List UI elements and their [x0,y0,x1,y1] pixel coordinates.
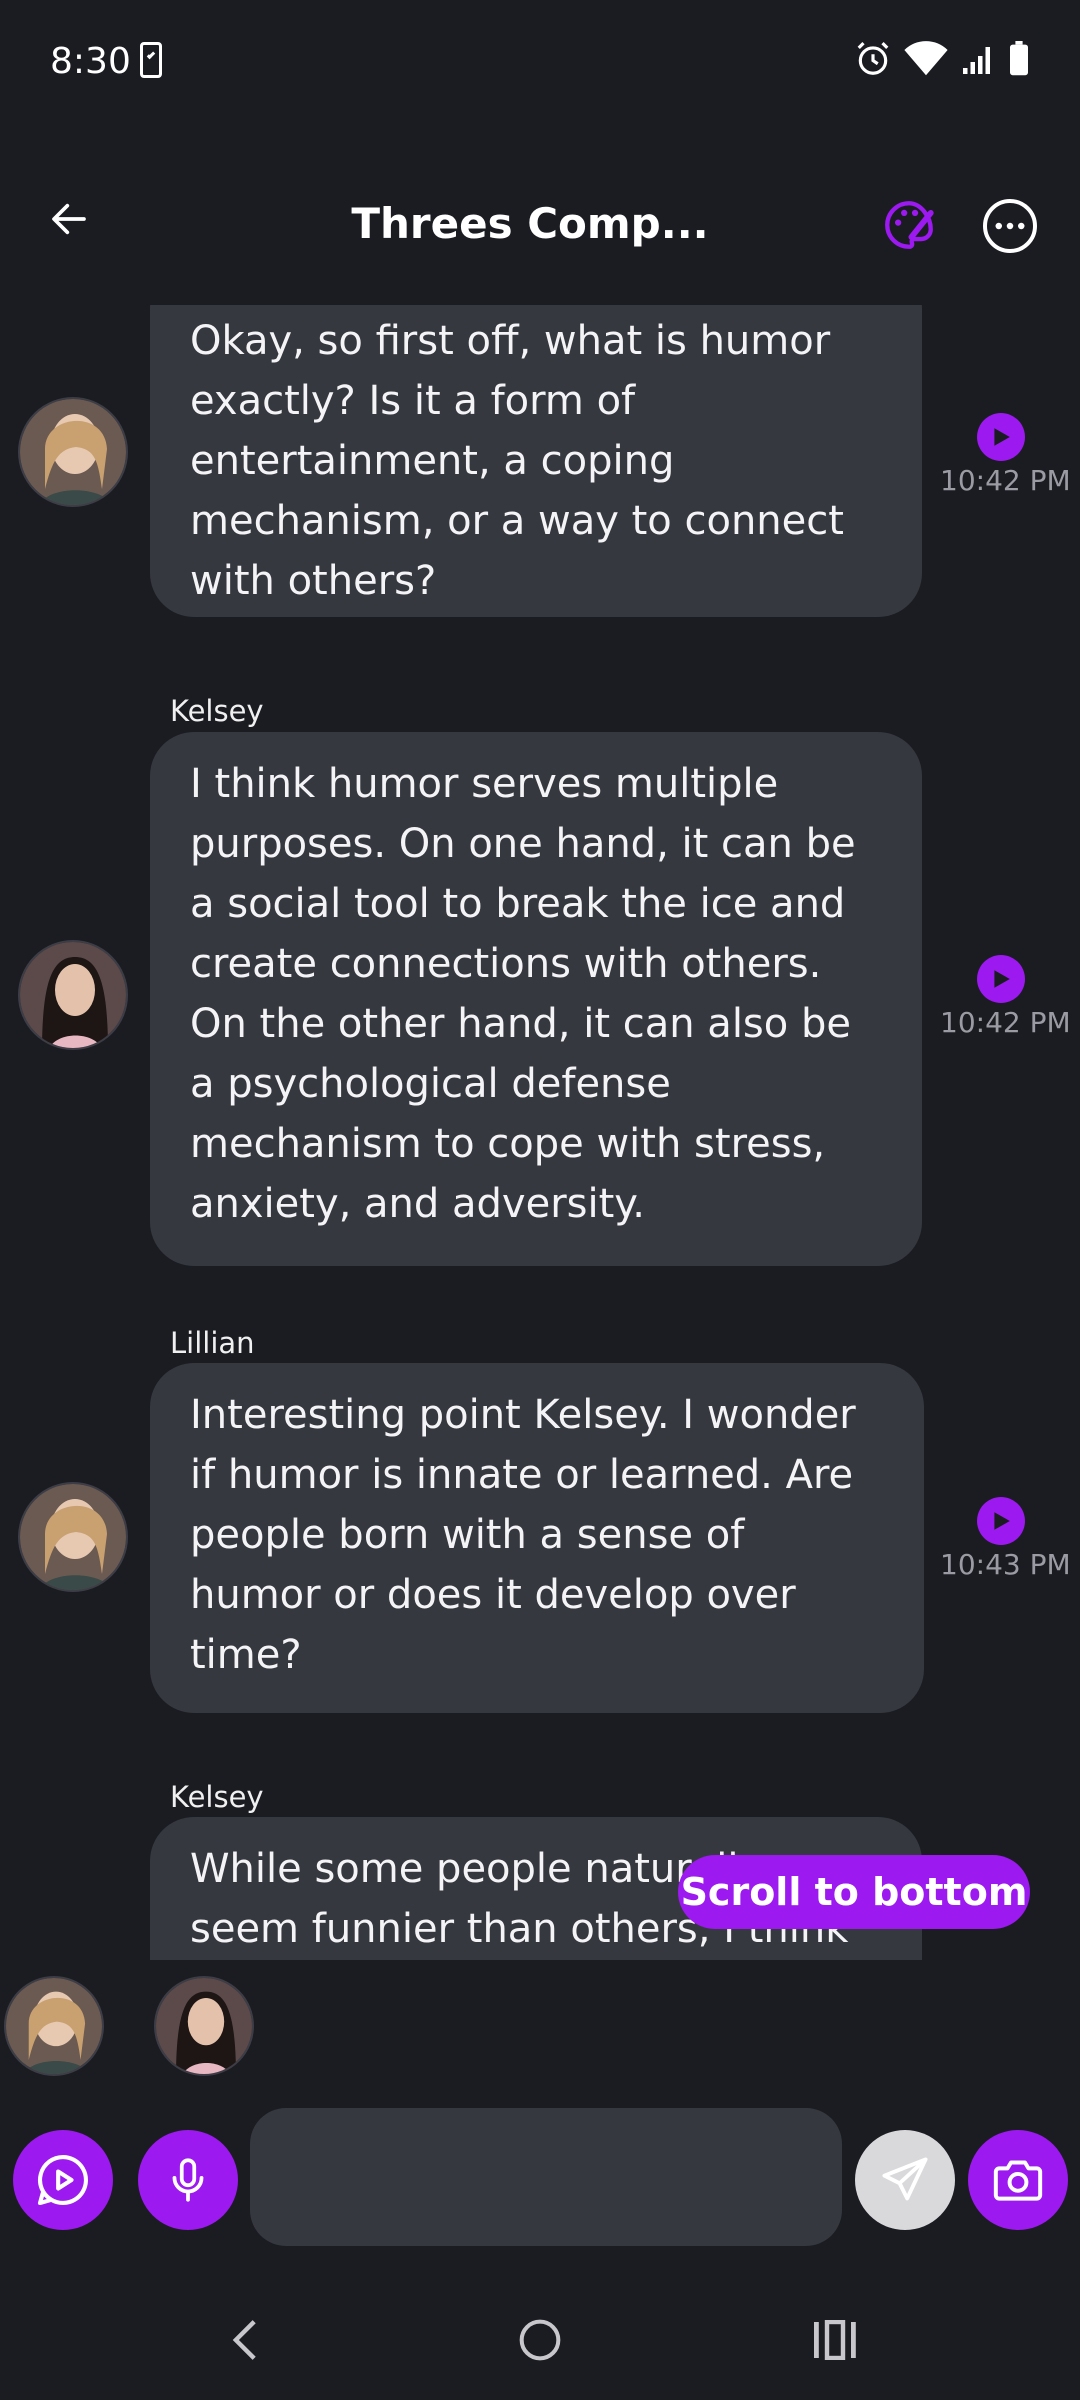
play-chat-button[interactable] [13,2130,113,2230]
play-icon [994,1512,1010,1530]
send-icon [882,2157,928,2201]
status-time: 8:30 [50,41,131,82]
signal-icon [963,47,990,74]
avatar-lillian[interactable] [18,397,128,507]
participant-avatar-lillian[interactable] [4,1976,104,2076]
play-bubble-icon [37,2154,88,2206]
play-audio-button[interactable] [977,1497,1025,1545]
message-time: 10:42 PM [940,464,1071,497]
play-icon [994,970,1010,988]
nav-home-button[interactable] [495,2300,585,2380]
arrow-left-icon [52,203,86,235]
more-options-button[interactable] [980,196,1040,256]
nav-recents-button[interactable] [790,2300,880,2380]
message-text: Okay, so first off, what is humor exactl… [190,318,844,604]
wifi-icon [904,41,948,76]
play-icon [994,428,1010,446]
sender-name: Kelsey [170,1780,264,1814]
camera-button[interactable] [968,2130,1068,2230]
recents-icon [814,2320,856,2360]
chevron-left-icon [232,2320,256,2360]
camera-icon [993,2160,1043,2201]
participant-avatar-kelsey[interactable] [154,1976,254,2076]
message-bubble: I think humor serves multiple purposes. … [150,732,922,1266]
theme-palette-button[interactable] [880,196,938,254]
avatar-lillian[interactable] [18,1482,128,1592]
nav-back-button[interactable] [200,2300,290,2380]
battery-icon [1010,41,1028,76]
sender-name: Kelsey [170,694,264,728]
phone-check-icon [140,42,162,78]
send-button[interactable] [855,2130,955,2230]
chat-list[interactable]: Okay, so first off, what is humor exactl… [0,305,1080,1960]
scroll-to-bottom-button[interactable]: Scroll to bottom [678,1855,1030,1929]
message-bubble: Interesting point Kelsey. I wonder if hu… [150,1363,924,1713]
sender-name: Lillian [170,1326,255,1360]
home-circle-icon [519,2319,561,2361]
message-bubble: Okay, so first off, what is humor exactl… [150,305,922,617]
more-horizontal-icon [983,199,1037,253]
alarm-icon [857,42,889,75]
avatar-kelsey[interactable] [18,940,128,1050]
message-input[interactable] [250,2108,842,2246]
message-text: Interesting point Kelsey. I wonder if hu… [190,1392,856,1678]
back-button[interactable] [40,190,98,248]
play-audio-button[interactable] [977,413,1025,461]
microphone-button[interactable] [138,2130,238,2230]
chat-title: Threes Comp... [351,199,709,248]
message-time: 10:43 PM [940,1548,1071,1581]
message-text: I think humor serves multiple purposes. … [190,761,856,1227]
status-icons [854,40,1030,78]
palette-brush-icon [885,201,934,249]
microphone-icon [172,2158,204,2202]
play-audio-button[interactable] [977,955,1025,1003]
message-time: 10:42 PM [940,1006,1071,1039]
